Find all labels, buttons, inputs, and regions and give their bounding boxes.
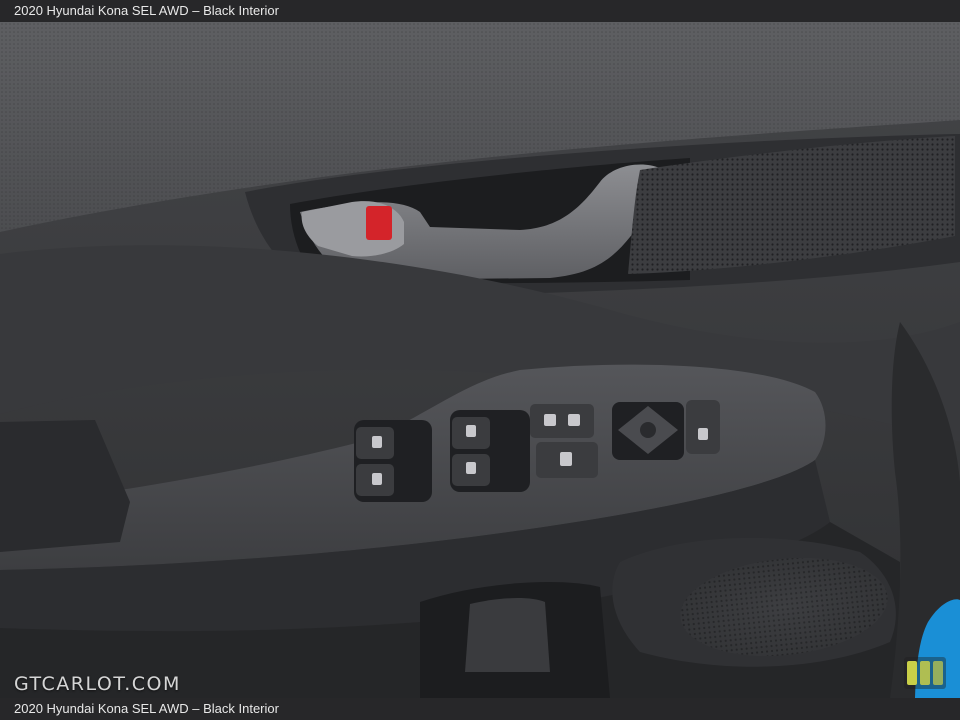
watermark-logo: GTCARLOT.COM [14, 673, 181, 695]
lock-indicator [366, 206, 392, 240]
door-interior-photo [0, 22, 960, 698]
bottle-holder [465, 598, 550, 672]
traffic-light-badge-icon [904, 657, 946, 689]
caption-bottom: 2020 Hyundai Kona SEL AWD – Black Interi… [0, 698, 960, 720]
door-lock-switch[interactable] [530, 404, 594, 438]
mirror-fold-button[interactable] [686, 400, 720, 454]
caption-top: 2020 Hyundai Kona SEL AWD – Black Interi… [0, 0, 960, 22]
